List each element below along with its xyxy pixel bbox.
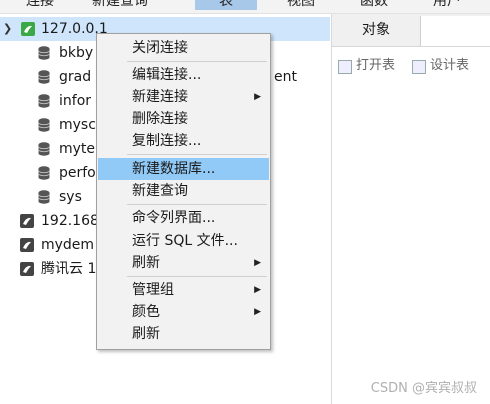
- menu-item-label: 编辑连接...: [132, 67, 202, 83]
- menu-item-new-query[interactable]: 新建查询: [98, 180, 269, 202]
- menu-item-manage-group[interactable]: 管理组 ▶: [98, 279, 269, 301]
- tab-objects[interactable]: 对象: [332, 14, 420, 46]
- toolbar-view[interactable]: 视图: [287, 0, 315, 10]
- tree-db-label: infor: [59, 93, 92, 109]
- object-tabs: 对象: [332, 14, 490, 47]
- menu-item-label: 管理组: [132, 282, 174, 298]
- mysql-connection-icon: [20, 262, 34, 276]
- submenu-arrow-icon: ▶: [254, 307, 261, 317]
- design-table-label: 设计表: [430, 58, 470, 73]
- menu-item-label: 新建连接: [132, 89, 188, 105]
- menu-item-command-line[interactable]: 命令列界面...: [98, 207, 269, 229]
- toolbar-new-query[interactable]: 新建查询: [92, 0, 148, 10]
- database-icon: [38, 94, 50, 108]
- object-panel: 对象 打开表 设计表 CSDN @宾宾叔叔: [331, 14, 490, 404]
- menu-item-new-database[interactable]: 新建数据库...: [98, 158, 269, 180]
- submenu-arrow-icon: ▶: [254, 285, 261, 295]
- table-icon: [338, 60, 352, 74]
- menu-separator: [127, 61, 267, 62]
- tree-connection-label: 192.168: [41, 213, 99, 229]
- menu-item-label: 刷新: [132, 326, 160, 342]
- menu-item-label: 刷新: [132, 255, 160, 271]
- mysql-connection-icon: [21, 22, 35, 36]
- database-icon: [38, 46, 50, 60]
- toolbar-table[interactable]: 表: [195, 0, 257, 10]
- menu-item-label: 关闭连接: [132, 40, 188, 56]
- menu-item-label: 复制连接...: [132, 133, 202, 149]
- tree-connection-label: 腾讯云 1: [41, 261, 97, 277]
- submenu-arrow-icon: ▶: [254, 92, 261, 102]
- menu-item-close-connection[interactable]: 关闭连接: [98, 37, 269, 59]
- tree-connection-label: mydem: [41, 237, 95, 253]
- menu-item-label: 删除连接: [132, 111, 188, 127]
- mysql-connection-icon: [20, 238, 34, 252]
- menu-item-delete-connection[interactable]: 删除连接: [98, 108, 269, 130]
- menu-item-run-sql-file[interactable]: 运行 SQL 文件...: [98, 230, 269, 252]
- menu-separator: [127, 154, 267, 155]
- tree-db-label: mysc: [59, 117, 96, 133]
- menu-item-new-connection[interactable]: 新建连接 ▶: [98, 86, 269, 108]
- menu-item-label: 颜色: [132, 304, 160, 320]
- tree-db-label: myte: [59, 141, 96, 157]
- menu-item-label: 新建查询: [132, 183, 188, 199]
- toolbar-user[interactable]: 用户: [433, 0, 461, 10]
- menu-item-label: 运行 SQL 文件...: [132, 233, 238, 249]
- database-icon: [38, 118, 50, 132]
- watermark: CSDN @宾宾叔叔: [370, 381, 477, 396]
- chevron-down-icon[interactable]: ❯: [3, 17, 12, 41]
- menu-item-refresh-sub[interactable]: 刷新 ▶: [98, 252, 269, 274]
- database-icon: [38, 142, 50, 156]
- tab-blank[interactable]: [420, 16, 490, 46]
- menu-separator: [127, 276, 267, 277]
- tree-db-label: perfo: [59, 165, 96, 181]
- menu-item-refresh[interactable]: 刷新: [98, 323, 269, 345]
- tree-db-label-tail: ent: [274, 69, 297, 85]
- database-icon: [38, 166, 50, 180]
- mysql-connection-icon: [20, 214, 34, 228]
- database-icon: [38, 70, 50, 84]
- submenu-arrow-icon: ▶: [254, 258, 261, 268]
- tree-db-label: sys: [59, 189, 82, 205]
- toolbar-connection[interactable]: 连接: [26, 0, 54, 10]
- design-table-icon: [412, 60, 426, 74]
- menu-item-label: 命令列界面...: [132, 210, 216, 226]
- context-menu: 关闭连接 编辑连接... 新建连接 ▶ 删除连接 复制连接... 新建数据库..…: [96, 33, 271, 350]
- object-actions: 打开表 设计表: [332, 54, 490, 78]
- menu-item-label: 新建数据库...: [132, 161, 216, 177]
- toolbar-function[interactable]: 函数: [360, 0, 388, 10]
- menu-separator: [127, 204, 267, 205]
- main-toolbar: 连接 新建查询 表 视图 函数 用户: [0, 0, 490, 14]
- menu-item-edit-connection[interactable]: 编辑连接...: [98, 64, 269, 86]
- tree-db-label: grad: [59, 69, 92, 85]
- database-icon: [38, 190, 50, 204]
- tree-db-label: bkby: [59, 45, 94, 61]
- open-table-label: 打开表: [356, 58, 396, 73]
- menu-item-color[interactable]: 颜色 ▶: [98, 301, 269, 323]
- menu-item-copy-connection[interactable]: 复制连接...: [98, 130, 269, 152]
